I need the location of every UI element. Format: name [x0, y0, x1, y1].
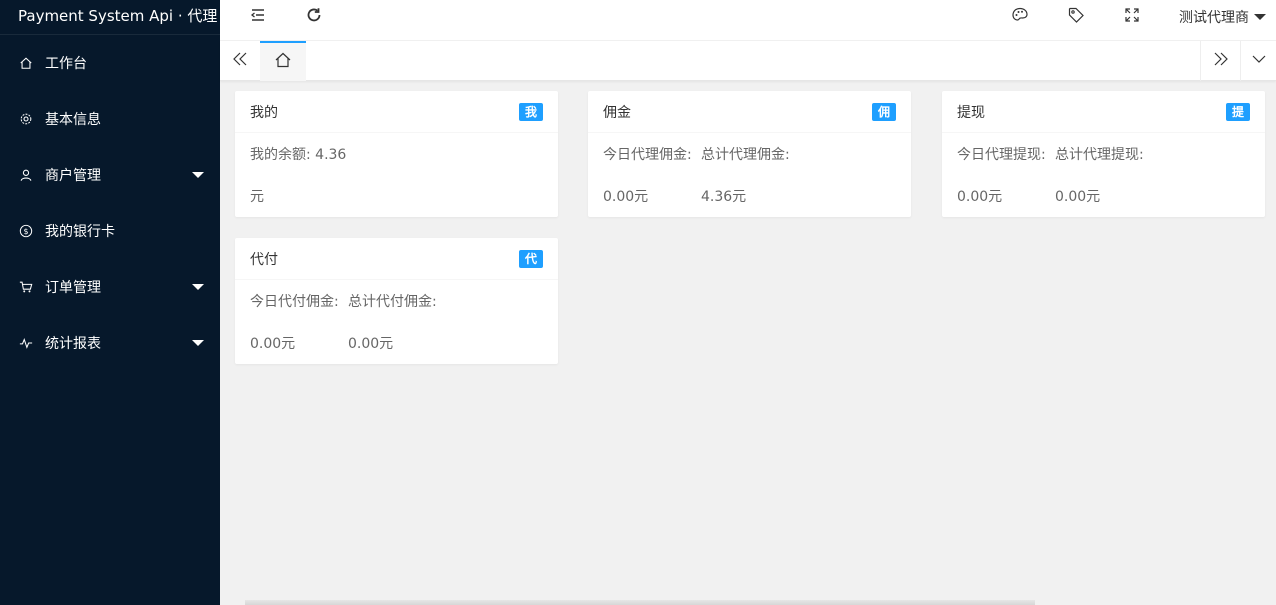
- card-mine: 我的 我 我的余额: 4.36 元: [235, 91, 558, 217]
- card-badge: 代: [519, 249, 543, 268]
- sidebar-item-workbench[interactable]: 工作台: [0, 35, 220, 91]
- card-body: 我的余额: 4.36 元: [235, 133, 558, 217]
- fullscreen-icon: [1123, 6, 1141, 28]
- palette-icon: [1011, 6, 1029, 28]
- card-body: 今日代理提现: 总计代理提现: 0.00元 0.00元: [942, 133, 1265, 217]
- card-badge: 我: [519, 102, 543, 121]
- sidebar-item-label: 统计报表: [45, 336, 101, 352]
- tabs-scroll-right-button[interactable]: [1200, 41, 1240, 81]
- card-payout: 代付 代 今日代付佣金: 总计代付佣金: 0.00元 0.00元: [235, 238, 558, 364]
- sidebar-item-basic-info[interactable]: 基本信息: [0, 91, 220, 147]
- user-menu[interactable]: 测试代理商: [1179, 0, 1266, 34]
- tag-icon: [1067, 6, 1085, 28]
- total-payout-label: 总计代付佣金:: [348, 294, 437, 310]
- card-body: 今日代付佣金: 总计代付佣金: 0.00元 0.00元: [235, 280, 558, 364]
- balance-label: 我的余额:: [250, 147, 311, 163]
- value-row: 0.00元 0.00元: [250, 334, 543, 354]
- card-title: 佣金: [603, 104, 631, 121]
- card-commission: 佣金 佣 今日代理佣金: 总计代理佣金: 0.00元 4.36元: [588, 91, 911, 217]
- sidebar: Payment System Api · 代理 工作台 基本信息 商户管理 $: [0, 0, 220, 605]
- home-icon: [19, 56, 33, 70]
- value-row: 0.00元 0.00元: [957, 187, 1250, 207]
- card-header: 代付 代: [235, 238, 558, 280]
- top-header: 测试代理商: [220, 0, 1276, 41]
- tag-button[interactable]: [1058, 0, 1094, 34]
- card-badge: 佣: [872, 102, 896, 121]
- card-header: 佣金 佣: [588, 91, 911, 133]
- dollar-icon: $: [19, 224, 33, 238]
- cart-icon: [19, 280, 33, 294]
- card-withdraw: 提现 提 今日代理提现: 总计代理提现: 0.00元 0.00元: [942, 91, 1265, 217]
- value-row: 0.00元 4.36元: [603, 187, 896, 207]
- card-body: 今日代理佣金: 总计代理佣金: 0.00元 4.36元: [588, 133, 911, 217]
- sidebar-item-bank-card[interactable]: $ 我的银行卡: [0, 203, 220, 259]
- svg-text:$: $: [23, 227, 28, 236]
- label-row: 今日代付佣金: 总计代付佣金:: [250, 292, 543, 312]
- home-icon: [274, 51, 292, 73]
- chevron-down-icon: [192, 284, 204, 290]
- card-header: 提现 提: [942, 91, 1265, 133]
- tabs-more-button[interactable]: [1240, 41, 1276, 81]
- card-title: 代付: [250, 251, 278, 268]
- label-row: 今日代理提现: 总计代理提现:: [957, 145, 1250, 165]
- total-commission-label: 总计代理佣金:: [701, 147, 790, 163]
- sidebar-item-reports[interactable]: 统计报表: [0, 315, 220, 371]
- sidebar-item-label: 商户管理: [45, 168, 101, 184]
- sidebar-item-orders[interactable]: 订单管理: [0, 259, 220, 315]
- brand-title[interactable]: Payment System Api · 代理: [0, 0, 220, 35]
- total-payout-value: 0.00元: [348, 336, 394, 352]
- chevron-down-icon: [1250, 50, 1268, 72]
- chevron-down-icon: [192, 340, 204, 346]
- sidebar-toggle-button[interactable]: [240, 0, 276, 34]
- sidebar-item-label: 订单管理: [45, 280, 101, 296]
- total-withdraw-label: 总计代理提现:: [1055, 147, 1144, 163]
- today-commission-value: 0.00元: [603, 189, 649, 205]
- balance-row: 我的余额: 4.36: [250, 145, 543, 165]
- balance-unit: 元: [250, 189, 264, 205]
- gear-icon: [19, 112, 33, 126]
- double-chevron-left-icon: [231, 50, 249, 72]
- card-header: 我的 我: [235, 91, 558, 133]
- today-payout-value: 0.00元: [250, 336, 296, 352]
- tabs-scroll-left-button[interactable]: [220, 41, 260, 81]
- card-title: 我的: [250, 104, 278, 121]
- username: 测试代理商: [1179, 10, 1249, 26]
- label-row: 今日代理佣金: 总计代理佣金:: [603, 145, 896, 165]
- balance-value: 4.36: [315, 147, 347, 163]
- today-withdraw-label: 今日代理提现:: [957, 147, 1046, 163]
- today-withdraw-value: 0.00元: [957, 189, 1003, 205]
- today-commission-label: 今日代理佣金:: [603, 147, 692, 163]
- fullscreen-button[interactable]: [1114, 0, 1150, 34]
- total-withdraw-value: 0.00元: [1055, 189, 1101, 205]
- total-commission-value: 4.36元: [701, 189, 747, 205]
- refresh-button[interactable]: [296, 0, 332, 34]
- theme-button[interactable]: [1002, 0, 1038, 34]
- card-title: 提现: [957, 104, 985, 121]
- balance-unit-row: 元: [250, 187, 543, 207]
- chevron-down-icon: [1254, 14, 1266, 20]
- sidebar-item-label: 工作台: [45, 56, 87, 72]
- sidebar-item-label: 基本信息: [45, 112, 101, 128]
- tab-home[interactable]: [260, 41, 306, 81]
- card-badge: 提: [1226, 102, 1250, 121]
- pulse-icon: [19, 336, 33, 350]
- sidebar-menu: 工作台 基本信息 商户管理 $ 我的银行卡 订单管理 统计报表: [0, 35, 220, 371]
- sidebar-item-merchant[interactable]: 商户管理: [0, 147, 220, 203]
- page-footer-shadow: [245, 600, 1035, 605]
- tabs-bar: [220, 41, 1276, 81]
- double-chevron-right-icon: [1212, 50, 1230, 72]
- refresh-icon: [305, 6, 323, 28]
- sidebar-item-label: 我的银行卡: [45, 224, 115, 240]
- today-payout-label: 今日代付佣金:: [250, 294, 339, 310]
- chevron-down-icon: [192, 172, 204, 178]
- menu-fold-icon: [249, 6, 267, 28]
- user-icon: [19, 168, 33, 182]
